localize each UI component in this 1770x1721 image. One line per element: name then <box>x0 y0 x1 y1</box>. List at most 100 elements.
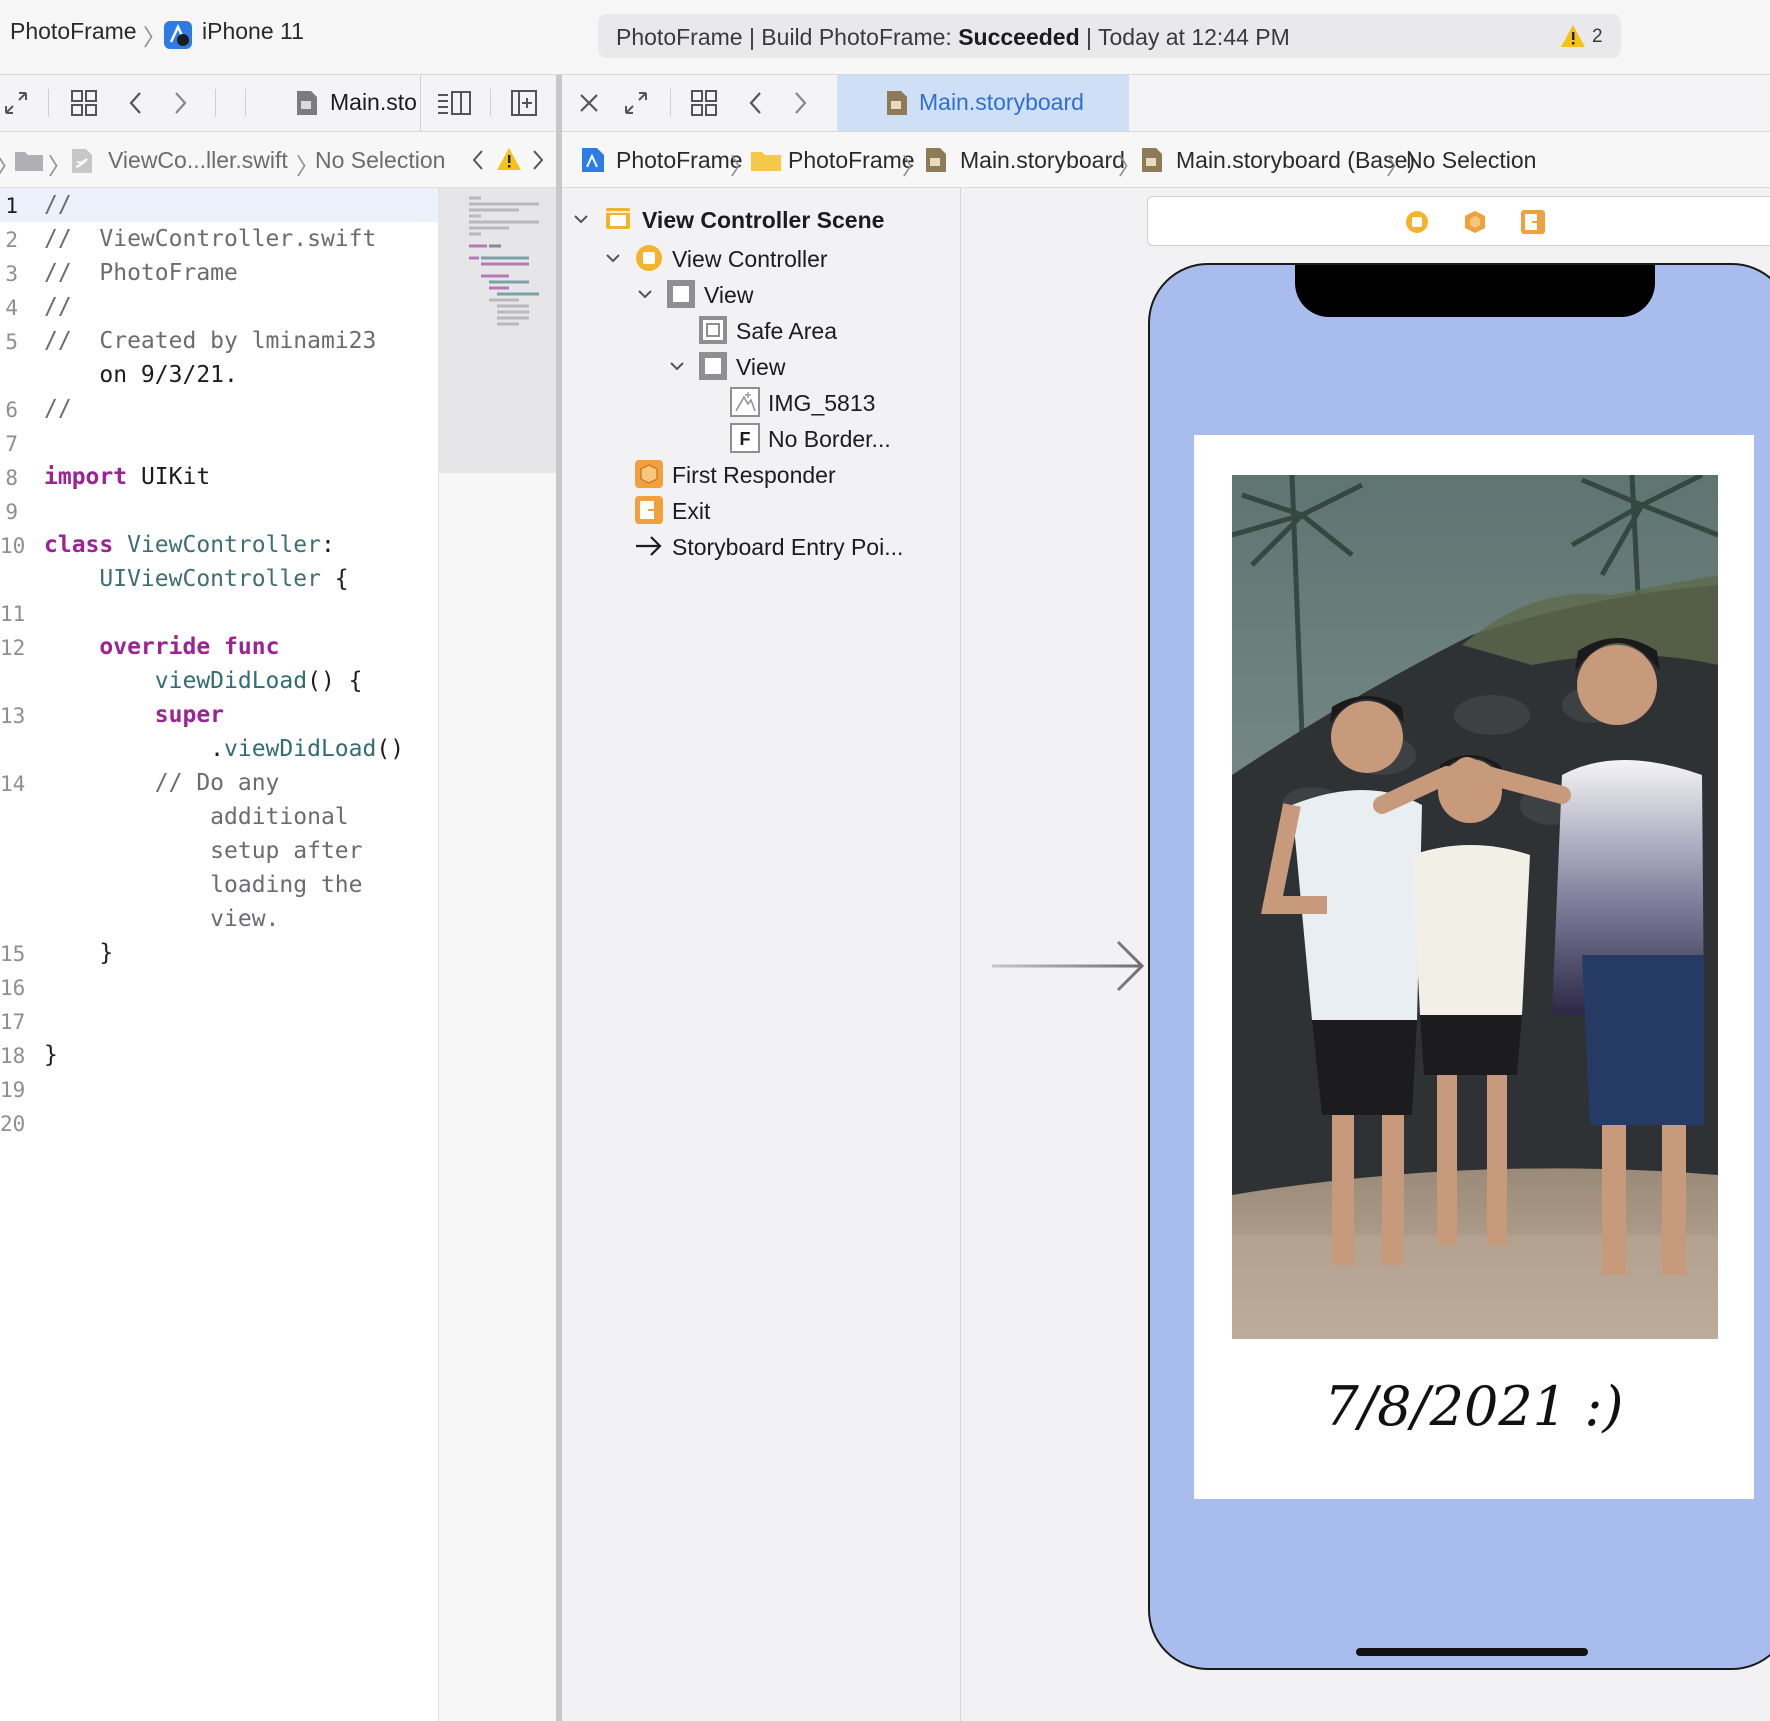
chevron-left-icon[interactable] <box>746 89 766 117</box>
outline-view-controller-label: View Controller <box>672 246 828 272</box>
outline-row-entry-point[interactable]: Storyboard Entry Poi... <box>568 529 958 563</box>
swift-file-icon[interactable] <box>70 147 94 175</box>
left-editor-tabbar: Main.sto <box>0 75 556 132</box>
code-line: // <box>44 396 72 422</box>
jump-selection[interactable]: No Selection <box>315 147 445 174</box>
chevron-down-icon[interactable] <box>668 357 686 375</box>
line-number: 20 <box>0 1112 26 1136</box>
build-status-time: | Today at 12:44 PM <box>1079 24 1290 50</box>
storyboard-file-icon[interactable] <box>924 146 948 174</box>
build-status-prefix: PhotoFrame | Build PhotoFrame: <box>616 24 959 50</box>
chevron-left-icon[interactable] <box>126 89 146 117</box>
chevron-right-icon: 〉 <box>902 153 925 179</box>
outline-row-label[interactable]: F No Border... <box>568 421 958 455</box>
code-line: // <box>44 192 72 218</box>
outline-image-label: IMG_5813 <box>768 390 876 416</box>
close-icon[interactable] <box>576 89 602 117</box>
warning-icon[interactable] <box>496 147 522 171</box>
grid-icon[interactable] <box>690 89 718 117</box>
outline-row-exit[interactable]: Exit <box>568 493 958 527</box>
date-label[interactable]: 7/8/2021 :) <box>1194 1375 1754 1438</box>
jump-base-localization[interactable]: Main.storyboard (Base) <box>1176 147 1415 174</box>
line-number: 6 <box>5 398 18 422</box>
chevron-right-icon: 〉 <box>1118 153 1141 179</box>
iphone-canvas-view[interactable]: 7/8/2021 :) <box>1148 263 1770 1670</box>
scheme-project[interactable]: PhotoFrame <box>10 18 137 45</box>
add-editor-icon[interactable] <box>510 89 538 117</box>
folder-icon[interactable] <box>750 148 782 172</box>
jump-selection[interactable]: No Selection <box>1406 147 1536 174</box>
chevron-right-icon[interactable] <box>170 89 190 117</box>
right-editor-tabbar: Main.storyboard <box>562 75 1770 132</box>
code-line: } <box>44 940 114 966</box>
document-outline: View Controller Scene View Controller Vi… <box>562 188 960 1721</box>
photo-frame-view[interactable]: 7/8/2021 :) <box>1194 435 1754 1499</box>
jump-storyboard[interactable]: Main.storyboard <box>960 147 1125 174</box>
folder-icon[interactable] <box>14 148 44 172</box>
activity-viewer[interactable]: PhotoFrame | Build PhotoFrame: Succeeded… <box>598 14 1621 58</box>
outline-row-safe-area[interactable]: Safe Area <box>568 313 958 347</box>
entry-arrow-icon <box>634 533 664 559</box>
outline-row-view-controller[interactable]: View Controller <box>568 241 958 275</box>
jump-file[interactable]: ViewCo...ller.swift <box>108 147 288 174</box>
expand-icon[interactable] <box>2 89 30 117</box>
scheme-device[interactable]: iPhone 11 <box>202 18 304 45</box>
window-toolbar: PhotoFrame 〉 iPhone 11 PhotoFrame | Buil… <box>0 0 1770 75</box>
tab-label: Main.sto <box>330 89 417 115</box>
tab-main-storyboard-left[interactable]: Main.sto <box>275 75 421 131</box>
code-line: on 9/3/21. <box>44 362 238 388</box>
code-line: import UIKit <box>44 464 211 490</box>
line-number: 18 <box>0 1044 26 1068</box>
outline-safe-area-label: Safe Area <box>736 318 838 344</box>
code-line: viewDidLoad() { <box>154 668 363 694</box>
chevron-down-icon[interactable] <box>604 249 622 267</box>
storyboard-file-icon[interactable] <box>1140 146 1164 174</box>
xcode-project-icon[interactable] <box>580 146 606 174</box>
outline-row-first-responder[interactable]: First Responder <box>568 457 958 491</box>
view-controller-icon <box>634 243 664 273</box>
exit-icon[interactable] <box>1520 209 1546 235</box>
chevron-right-icon: 〉 <box>48 153 71 179</box>
outline-row-view[interactable]: View <box>568 277 958 311</box>
line-number: 14 <box>0 772 26 796</box>
related-items-icon[interactable] <box>436 89 472 117</box>
outline-row-image-view[interactable]: IMG_5813 <box>568 385 958 419</box>
code-line: view. <box>44 906 280 932</box>
line-number: 17 <box>0 1010 26 1034</box>
jump-project[interactable]: PhotoFrame <box>616 147 743 174</box>
code-line: additional <box>44 804 349 830</box>
img-5813-image-view[interactable] <box>1232 475 1718 1339</box>
minimap[interactable] <box>438 188 557 1721</box>
chevron-left-icon[interactable] <box>470 148 486 172</box>
expand-icon[interactable] <box>622 89 650 117</box>
view-controller-icon[interactable] <box>1404 209 1430 235</box>
line-number: 2 <box>5 228 18 252</box>
code-line: class ViewController: <box>44 532 335 558</box>
line-number: 19 <box>0 1078 26 1102</box>
code-line: UIViewController { <box>99 566 349 592</box>
line-number: 15 <box>0 942 26 966</box>
code-line: super <box>154 702 225 728</box>
outline-row-inner-view[interactable]: View <box>568 349 958 383</box>
first-responder-icon[interactable] <box>1462 209 1488 235</box>
code-line: setup after <box>44 838 363 864</box>
tab-main-storyboard[interactable]: Main.storyboard <box>837 75 1129 131</box>
exit-icon <box>634 495 664 525</box>
tab-label: Main.storyboard <box>919 89 1084 115</box>
chevron-down-icon[interactable] <box>572 210 590 228</box>
outline-row-scene[interactable]: View Controller Scene <box>568 202 958 236</box>
entry-arrow-icon[interactable] <box>990 938 1148 994</box>
warning-icon[interactable] <box>1560 24 1586 48</box>
grid-icon[interactable] <box>70 89 98 117</box>
source-editor[interactable]: 1 // 2 // ViewController.swift 3 // PhotoFram… <box>0 188 438 1721</box>
outline-exit-label: Exit <box>672 498 711 524</box>
right-jump-bar: PhotoFrame 〉 PhotoFrame 〉 Main.storyboar… <box>562 132 1770 188</box>
code-line: override func <box>99 634 280 660</box>
chevron-right-icon[interactable] <box>530 148 546 172</box>
chevron-right-icon[interactable] <box>790 89 810 117</box>
chevron-down-icon[interactable] <box>636 285 654 303</box>
line-number: 1 <box>5 194 18 218</box>
jump-group[interactable]: PhotoFrame <box>788 147 915 174</box>
device-notch <box>1295 265 1655 317</box>
scene-dock[interactable] <box>1147 196 1770 246</box>
